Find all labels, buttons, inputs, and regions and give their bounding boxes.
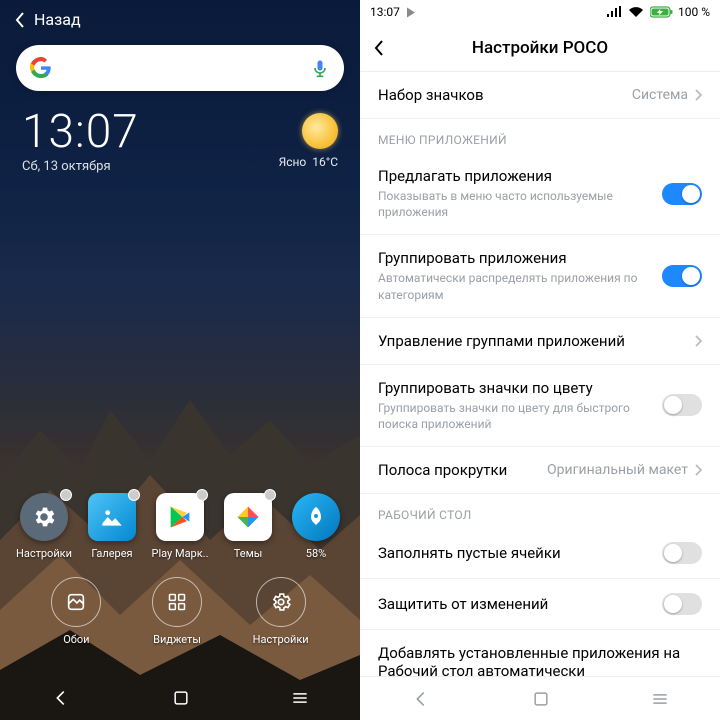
toggle-group-apps[interactable] bbox=[662, 265, 702, 287]
section-app-menu: МЕНЮ ПРИЛОЖЕНИЙ bbox=[360, 119, 720, 153]
phone-right-settings: 13:07 100 % Настройки POCO Набор значков… bbox=[360, 0, 720, 720]
toggle-lock-layout[interactable] bbox=[662, 593, 702, 615]
chevron-right-icon bbox=[694, 334, 702, 348]
themes-icon bbox=[234, 503, 262, 531]
toggle-suggest-apps[interactable] bbox=[662, 183, 702, 205]
search-bar[interactable] bbox=[16, 45, 344, 91]
play-store-icon bbox=[166, 503, 194, 531]
clock-widget[interactable]: 13:07 Сб, 13 октября bbox=[22, 109, 139, 174]
home-tools: Обои Виджеты Настройки bbox=[0, 577, 360, 646]
gear-outline-icon bbox=[270, 591, 292, 613]
row-auto-add[interactable]: Добавлять установленные приложения на Ра… bbox=[360, 630, 720, 676]
app-dock: Настройки Галерея Play Марк.. Темы 58% bbox=[0, 493, 360, 560]
gallery-icon bbox=[99, 504, 125, 530]
row-group-apps[interactable]: Группировать приложенияАвтоматически рас… bbox=[360, 235, 720, 317]
row-scrollbar[interactable]: Полоса прокрутки Оригинальный макет bbox=[360, 447, 720, 494]
back-button[interactable]: Назад bbox=[0, 0, 360, 39]
clock-date: Сб, 13 октября bbox=[22, 159, 139, 174]
wallpaper-icon bbox=[65, 591, 87, 613]
row-group-by-color[interactable]: Группировать значки по цветуГруппировать… bbox=[360, 365, 720, 447]
status-bar: 13:07 100 % bbox=[360, 0, 720, 24]
tool-widgets[interactable]: Виджеты bbox=[152, 577, 202, 646]
nav-home-icon[interactable] bbox=[531, 689, 551, 709]
back-label: Назад bbox=[34, 10, 81, 29]
mic-icon[interactable] bbox=[310, 58, 330, 78]
gear-icon bbox=[31, 504, 57, 530]
clock-time: 13:07 bbox=[22, 109, 139, 155]
section-home: РАБОЧИЙ СТОЛ bbox=[360, 494, 720, 528]
row-manage-groups[interactable]: Управление группами приложений bbox=[360, 318, 720, 365]
battery-icon bbox=[650, 6, 674, 18]
page-title: Настройки POCO bbox=[472, 38, 608, 58]
sun-icon bbox=[302, 113, 338, 149]
settings-list[interactable]: Набор значков Система МЕНЮ ПРИЛОЖЕНИЙ Пр… bbox=[360, 72, 720, 676]
wifi-icon bbox=[628, 6, 644, 18]
row-icon-set[interactable]: Набор значков Система bbox=[360, 72, 720, 119]
app-play-store[interactable]: Play Марк.. bbox=[148, 493, 212, 560]
rocket-icon bbox=[304, 505, 328, 529]
tool-wallpaper[interactable]: Обои bbox=[51, 577, 101, 646]
nav-bar-right bbox=[360, 676, 720, 720]
google-logo-icon bbox=[30, 57, 52, 79]
weather-text: Ясно 16°C bbox=[279, 155, 338, 169]
app-boost[interactable]: 58% bbox=[284, 493, 348, 560]
toggle-group-by-color[interactable] bbox=[662, 394, 702, 416]
signal-icon bbox=[606, 6, 622, 18]
app-gallery[interactable]: Галерея bbox=[80, 493, 144, 560]
app-settings[interactable]: Настройки bbox=[12, 493, 76, 560]
row-fill-empty[interactable]: Заполнять пустые ячейки bbox=[360, 528, 720, 579]
nav-bar-left bbox=[0, 676, 360, 720]
nav-back-icon[interactable] bbox=[410, 688, 432, 710]
chevron-right-icon bbox=[694, 463, 702, 477]
nav-back-icon[interactable] bbox=[50, 687, 72, 709]
row-suggest-apps[interactable]: Предлагать приложенияПоказывать в меню ч… bbox=[360, 153, 720, 235]
back-icon[interactable] bbox=[372, 38, 386, 58]
tool-settings[interactable]: Настройки bbox=[253, 577, 309, 646]
app-themes[interactable]: Темы bbox=[216, 493, 280, 560]
phone-left-home: Назад 13:07 Сб, 13 октября Ясно 16°C bbox=[0, 0, 360, 720]
row-lock-layout[interactable]: Защитить от изменений bbox=[360, 579, 720, 630]
nav-home-icon[interactable] bbox=[171, 688, 191, 708]
chevron-left-icon bbox=[14, 11, 26, 29]
nav-recent-icon[interactable] bbox=[290, 688, 310, 708]
status-time: 13:07 bbox=[370, 5, 400, 19]
widgets-icon bbox=[167, 592, 187, 612]
chevron-right-icon bbox=[694, 88, 702, 102]
weather-widget[interactable]: Ясно 16°C bbox=[279, 113, 338, 169]
nav-recent-icon[interactable] bbox=[650, 689, 670, 709]
toggle-fill-empty[interactable] bbox=[662, 542, 702, 564]
status-battery: 100 % bbox=[678, 5, 710, 19]
play-store-status-icon bbox=[406, 7, 416, 18]
title-bar: Настройки POCO bbox=[360, 24, 720, 72]
